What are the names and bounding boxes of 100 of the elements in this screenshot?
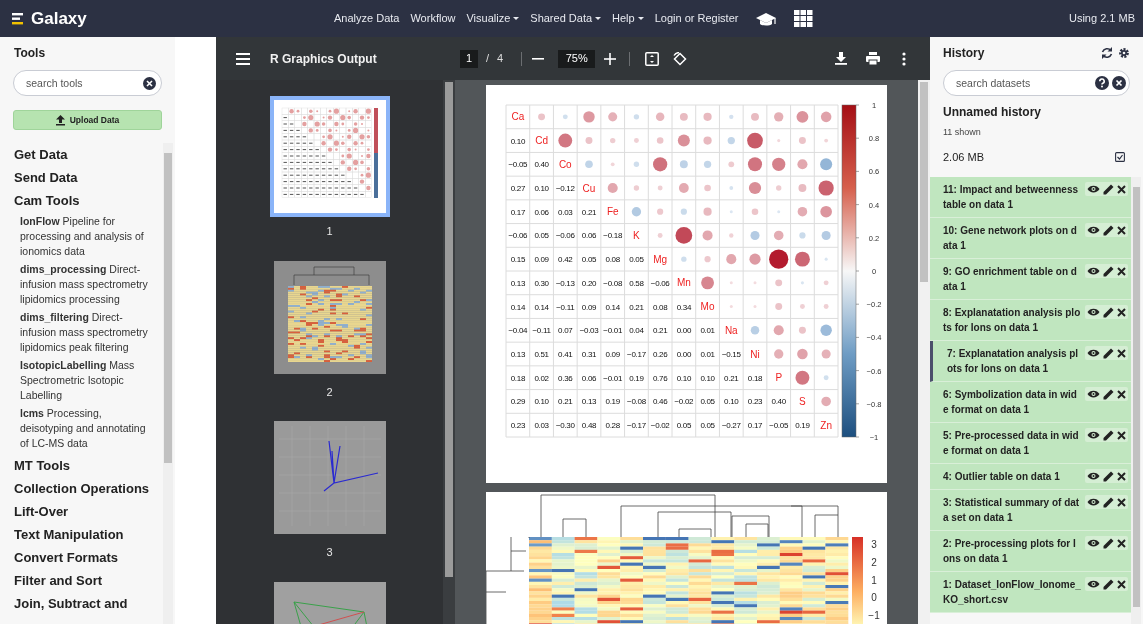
dataset-item[interactable]: 5: Pre-processed data in wide format on data 1	[930, 423, 1131, 464]
delete-icon[interactable]	[1117, 538, 1126, 548]
tool-section[interactable]: Send Data	[14, 166, 159, 189]
eye-icon[interactable]	[1087, 225, 1100, 235]
nav-link[interactable]: Visualize	[466, 10, 520, 27]
delete-icon[interactable]	[1117, 225, 1126, 235]
dataset-item[interactable]: 9: GO enrichment table on data 1	[930, 259, 1131, 300]
correlation-circle	[774, 112, 784, 122]
help-icon[interactable]	[1095, 76, 1109, 90]
eye-icon[interactable]	[1087, 266, 1100, 276]
eye-icon[interactable]	[1087, 184, 1100, 194]
pencil-icon[interactable]	[1103, 429, 1114, 441]
dataset-item[interactable]: 2: Pre-processing plots for Ions on data 1	[930, 531, 1131, 572]
search-field[interactable]: search tools	[13, 70, 162, 96]
fit-page-icon[interactable]	[645, 51, 660, 66]
dataset-item[interactable]: 8: Explanatation analysis plots for Ions on data 1	[930, 300, 1131, 341]
download-icon[interactable]	[835, 52, 847, 65]
eye-icon[interactable]	[1087, 348, 1100, 358]
dataset-item[interactable]: 4: Outlier table on data 1	[930, 464, 1131, 490]
nav-link[interactable]: Shared Data	[530, 10, 602, 27]
pencil-icon[interactable]	[1103, 578, 1114, 590]
nav-link[interactable]: Analyze Data	[334, 10, 400, 27]
eye-icon[interactable]	[1087, 579, 1100, 589]
correlation-circle	[774, 349, 784, 359]
correlation-circle	[631, 207, 642, 217]
refresh-icon[interactable]	[1101, 47, 1113, 59]
logo-icon[interactable]	[12, 12, 24, 25]
dataset-item[interactable]: 3: Statistical summary of data set on data 1	[930, 490, 1131, 531]
eye-icon[interactable]	[1087, 538, 1100, 548]
scrollbar[interactable]	[443, 80, 455, 624]
nav-link[interactable]: Workflow	[410, 10, 456, 27]
rotate-icon[interactable]	[673, 51, 688, 66]
apps-grid-icon[interactable]	[794, 10, 814, 27]
correlation-value: 0.21	[629, 302, 644, 312]
more-options-icon[interactable]	[902, 51, 906, 66]
scrollbar[interactable]	[1131, 177, 1141, 624]
graduation-cap-icon[interactable]	[755, 10, 778, 27]
delete-icon[interactable]	[1117, 497, 1126, 507]
tool-entry[interactable]: dims_filtering Direct-infusion mass spectrometry lipidomics peak filtering	[20, 310, 152, 355]
dataset-item[interactable]: 11: Impact and betweenness table on data 1	[930, 177, 1131, 218]
pencil-icon[interactable]	[1103, 265, 1114, 277]
panel-title: Tools	[13, 45, 47, 62]
page-thumbnail[interactable]	[269, 96, 390, 217]
pencil-icon[interactable]	[1103, 470, 1114, 482]
zoom-in-icon[interactable]	[604, 52, 617, 65]
clear-search-icon[interactable]	[1112, 76, 1126, 90]
upload-data-button[interactable]: Upload Data	[13, 110, 162, 130]
pencil-icon[interactable]	[1103, 388, 1114, 400]
dataset-item[interactable]: 6: Symbolization data in wide format on data 1	[930, 382, 1131, 423]
nav-link[interactable]: Login or Register	[654, 10, 739, 27]
clear-search-icon[interactable]	[143, 77, 156, 90]
history-name[interactable]: Unnamed history	[930, 103, 1143, 121]
tool-section[interactable]: Lift-Over	[14, 500, 159, 523]
eye-icon[interactable]	[1087, 471, 1100, 481]
tool-section[interactable]: Cam Tools	[14, 189, 159, 212]
eye-icon[interactable]	[1087, 307, 1100, 317]
correlation-value: 0.08	[652, 302, 668, 312]
delete-icon[interactable]	[1117, 579, 1126, 589]
tool-entry[interactable]: lcms Processing, deisotyping and annotating of LC-MS data	[20, 406, 152, 451]
dataset-item[interactable]: 1: Dataset_IonFlow_Ionome_KO_short.csv	[930, 572, 1131, 613]
correlation-circle	[798, 184, 807, 192]
pencil-icon[interactable]	[1103, 183, 1114, 195]
menu-icon[interactable]	[236, 52, 250, 65]
brand-name[interactable]: Galaxy	[31, 5, 87, 32]
tool-section[interactable]: Collection Operations	[14, 477, 159, 500]
delete-icon[interactable]	[1117, 430, 1126, 440]
tool-section[interactable]: Text Manipulation	[14, 523, 159, 546]
tool-section[interactable]: Filter and Sort	[14, 569, 159, 592]
delete-icon[interactable]	[1117, 307, 1126, 317]
delete-icon[interactable]	[1117, 184, 1126, 194]
settings-icon[interactable]	[1118, 47, 1130, 59]
zoom-field[interactable]: 75%	[558, 49, 596, 68]
delete-icon[interactable]	[1117, 348, 1126, 358]
tool-section[interactable]: Get Data	[14, 143, 159, 166]
correlation-circle	[799, 232, 806, 239]
pencil-icon[interactable]	[1103, 496, 1114, 508]
select-items-icon[interactable]	[1115, 151, 1125, 162]
eye-icon[interactable]	[1087, 389, 1100, 399]
delete-icon[interactable]	[1117, 389, 1126, 399]
tool-section[interactable]: Convert Formats	[14, 546, 159, 569]
dataset-item[interactable]: 7: Explanatation analysis plots for Ions on data 1	[930, 341, 1131, 382]
page-number-field[interactable]: 1	[460, 49, 478, 68]
dataset-item[interactable]: 10: Gene network plots on data 1	[930, 218, 1131, 259]
search-field[interactable]: search datasets	[943, 70, 1130, 96]
pencil-icon[interactable]	[1103, 347, 1114, 359]
scrollbar[interactable]	[918, 80, 930, 624]
pencil-icon[interactable]	[1103, 224, 1114, 236]
correlation-value: −0.08	[603, 278, 623, 288]
delete-icon[interactable]	[1117, 471, 1126, 481]
pencil-icon[interactable]	[1103, 537, 1114, 549]
print-icon[interactable]	[866, 52, 880, 65]
tool-section[interactable]: MT Tools	[14, 454, 159, 477]
eye-icon[interactable]	[1087, 430, 1100, 440]
scrollbar[interactable]	[163, 143, 173, 624]
pencil-icon[interactable]	[1103, 306, 1114, 318]
tool-section[interactable]: Join, Subtract and	[14, 592, 159, 615]
nav-link[interactable]: Help	[612, 10, 644, 27]
eye-icon[interactable]	[1087, 497, 1100, 507]
delete-icon[interactable]	[1117, 266, 1126, 276]
correlation-value: 0.17	[747, 421, 763, 431]
